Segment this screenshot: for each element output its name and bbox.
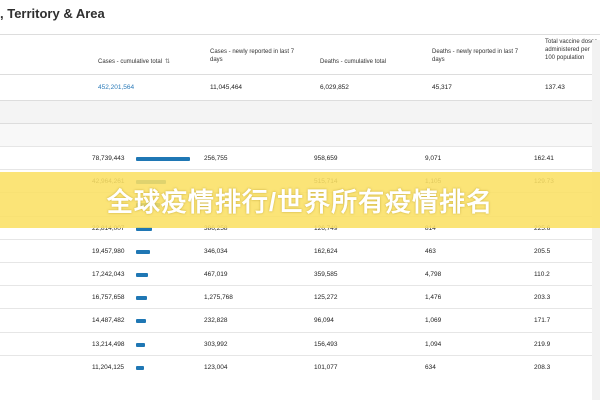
cases-bar — [136, 249, 150, 254]
banner-text: 全球疫情排行/世界所有疫情排名 — [106, 186, 494, 217]
col-header-new-cases[interactable]: Cases - newly reported in last 7 days — [210, 48, 300, 64]
cases-bar — [136, 342, 146, 347]
new-cases-cell: 346,034 — [204, 247, 228, 255]
cases-cell: 11,204,125 — [92, 363, 125, 371]
cases-cell: 16,757,658 — [92, 294, 125, 302]
global-new-deaths: 45,317 — [432, 84, 452, 91]
cases-cell: 78,739,443 — [92, 155, 125, 162]
table-row[interactable]: 17,242,043 467,019 359,585 4,798 110.2 — [0, 262, 600, 287]
table-row[interactable]: 11,204,125 123,004 101,077 634 208.3 — [0, 354, 600, 380]
new-deaths-cell: 1,476 — [425, 294, 442, 302]
new-cases-cell: 232,828 — [204, 317, 228, 325]
table-row[interactable]: 13,214,498 303,992 156,493 1,094 219.9 — [0, 331, 600, 357]
deaths-cell: 125,272 — [314, 294, 338, 302]
vaccine-cell: 203.3 — [534, 294, 551, 302]
deaths-cell: 359,585 — [314, 271, 338, 278]
cases-cell: 17,242,043 — [92, 271, 125, 278]
table-row[interactable]: 14,487,482 232,828 96,094 1,069 171.7 — [0, 308, 600, 333]
new-cases-cell: 1,275,768 — [204, 294, 233, 302]
global-total-row: 452,201,564 11,045,464 6,029,852 45,317 … — [0, 75, 600, 99]
deaths-cell: 156,493 — [314, 340, 338, 348]
spacer-band — [0, 124, 600, 146]
vaccine-cell: 205.5 — [534, 247, 551, 255]
deaths-cell: 96,094 — [314, 317, 334, 325]
col-header-deaths[interactable]: Deaths - cumulative total — [320, 58, 415, 66]
deaths-cell: 162,624 — [314, 247, 338, 255]
page-title: , Territory & Area — [0, 6, 105, 21]
global-deaths: 6,029,852 — [320, 84, 349, 91]
cases-bar — [136, 365, 144, 370]
cases-cell: 14,487,482 — [92, 317, 125, 325]
new-cases-cell: 123,004 — [204, 363, 228, 371]
cases-bar — [136, 319, 146, 324]
cases-cell: 13,214,498 — [92, 340, 125, 348]
new-cases-cell: 303,992 — [204, 340, 228, 348]
new-deaths-cell: 1,094 — [425, 340, 442, 348]
new-cases-cell: 467,019 — [204, 271, 228, 278]
new-deaths-cell: 4,798 — [425, 271, 442, 278]
global-vaccine: 137.43 — [545, 84, 565, 91]
spacer-band — [0, 101, 600, 123]
deaths-cell: 101,077 — [314, 363, 338, 371]
global-cases[interactable]: 452,201,564 — [98, 84, 134, 91]
table-row[interactable]: 78,739,443 256,755 958,659 9,071 162.41 — [0, 146, 600, 171]
vaccine-cell: 171.7 — [534, 317, 551, 325]
vaccine-cell: 110.2 — [534, 271, 550, 278]
vaccine-cell: 219.9 — [534, 340, 551, 348]
new-cases-cell: 256,755 — [204, 155, 228, 162]
col-header-cases[interactable]: Cases - cumulative total ⇅ — [98, 58, 198, 66]
col-header-cases-label: Cases - cumulative total — [98, 59, 163, 65]
cases-bar — [136, 157, 190, 161]
table-row[interactable]: 19,457,980 346,034 162,624 463 205.5 — [0, 238, 600, 264]
new-deaths-cell: 1,069 — [425, 317, 442, 325]
cases-bar — [136, 296, 148, 301]
cases-cell: 19,457,980 — [92, 247, 125, 255]
table-row[interactable]: 16,757,658 1,275,768 125,272 1,476 203.3 — [0, 285, 600, 310]
sort-icon[interactable]: ⇅ — [165, 59, 170, 65]
new-deaths-cell: 9,071 — [425, 155, 442, 162]
divider — [0, 34, 600, 35]
cases-bar — [136, 273, 148, 277]
vaccine-cell: 208.3 — [534, 363, 551, 371]
col-header-new-deaths[interactable]: Deaths - newly reported in last 7 days — [432, 48, 532, 64]
global-new-cases: 11,045,464 — [210, 84, 243, 91]
new-deaths-cell: 463 — [425, 247, 436, 255]
vaccine-cell: 162.41 — [534, 155, 554, 162]
new-deaths-cell: 634 — [425, 363, 436, 371]
deaths-cell: 958,659 — [314, 155, 338, 162]
overlay-banner: 全球疫情排行/世界所有疫情排名 — [0, 172, 600, 228]
